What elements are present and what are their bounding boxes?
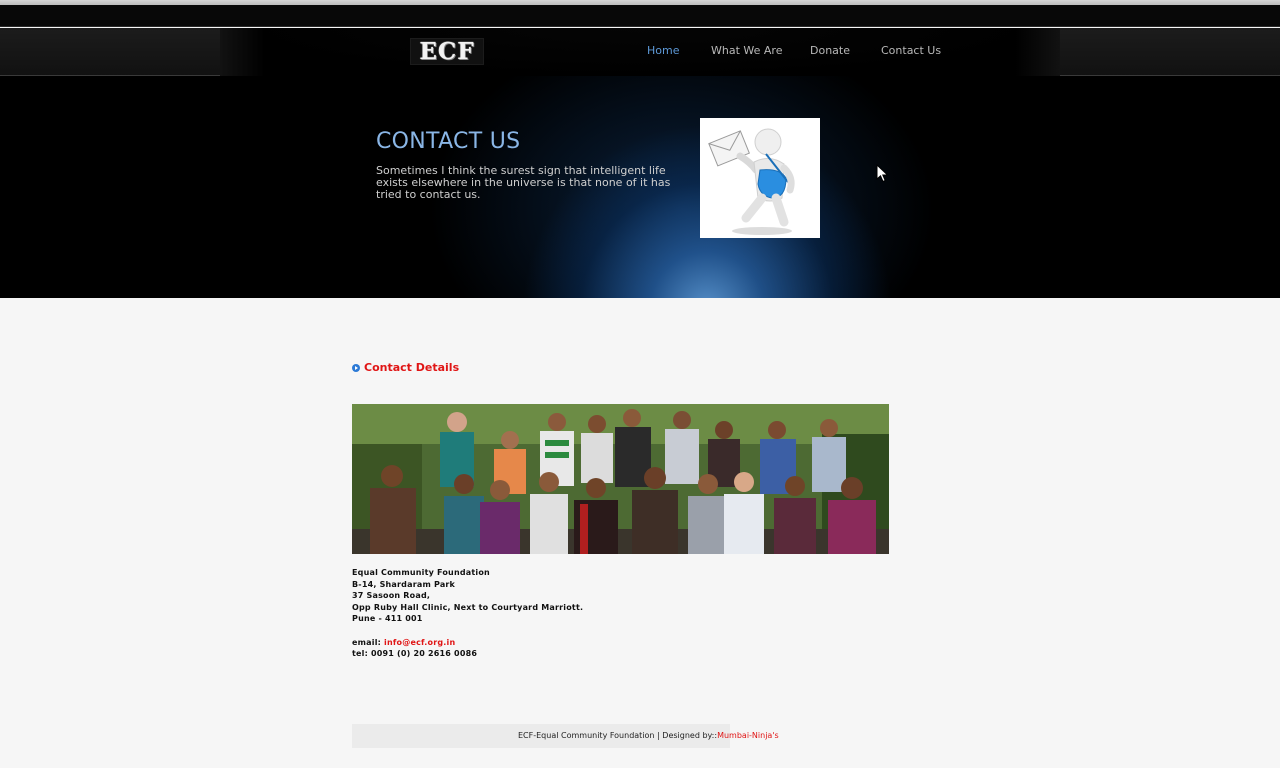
bullet-arrow-icon [352, 364, 360, 372]
team-photo [352, 404, 889, 554]
phone-row: tel: 0091 (0) 20 2616 0086 [352, 649, 478, 659]
address-line: Pune - 411 001 [352, 614, 423, 624]
footer-text: ECF-Equal Community Foundation | Designe… [518, 731, 779, 740]
footer-credit: ECF-Equal Community Foundation | Designe… [518, 731, 718, 740]
nav-donate[interactable]: Donate [810, 44, 850, 57]
email-label: email: [352, 637, 385, 647]
contact-details-label: Contact Details [364, 361, 460, 374]
address-line: Opp Ruby Hall Clinic, Next to Courtyard … [352, 602, 584, 612]
site-logo[interactable]: ECF [410, 38, 484, 65]
nav-contact-us[interactable]: Contact Us [881, 44, 941, 57]
contact-address-block: Equal Community Foundation B-14, Shardar… [352, 567, 583, 660]
mouse-cursor-icon [876, 163, 890, 184]
nav-what-we-are[interactable]: What We Are [711, 44, 782, 57]
designer-link[interactable]: Mumbai-Ninja's [717, 731, 779, 740]
contact-details-heading: Contact Details [352, 361, 459, 374]
address-line: Equal Community Foundation [352, 568, 490, 577]
mail-carrier-icon [700, 118, 820, 238]
hero-title: CONTACT US [376, 129, 521, 154]
email-link[interactable]: info@ecf.org.in [384, 638, 455, 647]
nav-home[interactable]: Home [647, 44, 679, 57]
hero-banner: CONTACT US Sometimes I think the surest … [0, 76, 1280, 298]
top-bar [0, 5, 1280, 27]
address-line: 37 Sasoon Road, [352, 591, 431, 601]
email-row: email: info@ecf.org.in [352, 637, 583, 649]
address-line: B-14, Shardaram Park [352, 579, 456, 589]
hero-quote: Sometimes I think the surest sign that i… [376, 164, 671, 201]
